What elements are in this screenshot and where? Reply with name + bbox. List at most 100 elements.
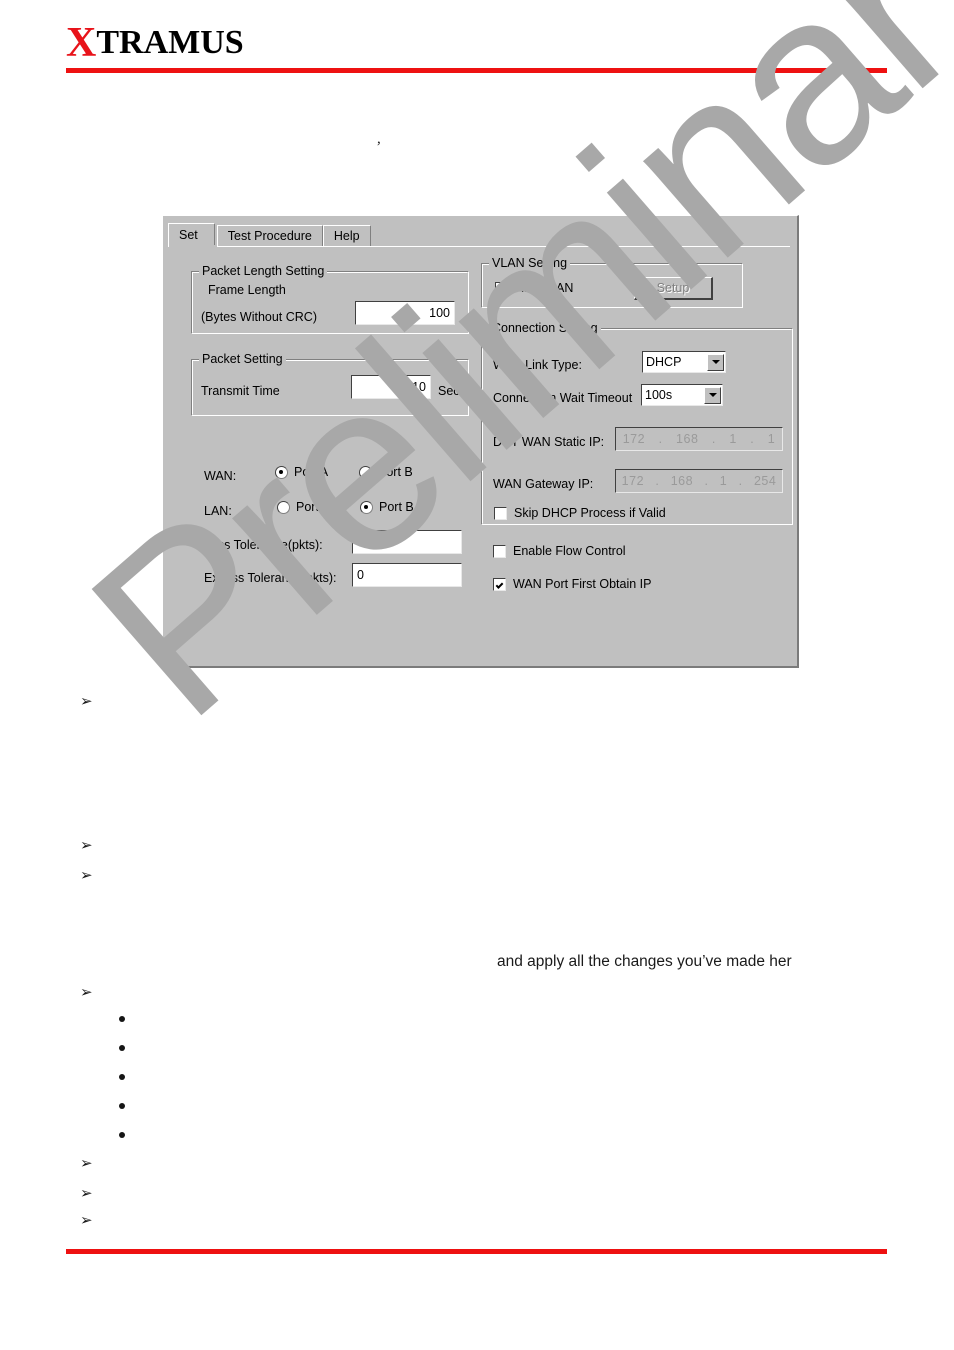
excess-tolerance-value: 0: [357, 568, 364, 582]
wan-link-type-chevron-down-icon[interactable]: [707, 353, 724, 371]
add-vlan-checkbox-indicator: [495, 281, 508, 295]
loss-tolerance-input[interactable]: 0: [352, 530, 462, 554]
dut-wan-static-ip-input[interactable]: 172 . 168 . 1 . 1: [615, 427, 783, 451]
wan-port-b-radio[interactable]: Port B: [359, 465, 413, 479]
connection-wait-timeout-label: Connection Wait Timeout: [493, 391, 633, 405]
tab-test-procedure[interactable]: Test Procedure: [216, 225, 323, 246]
lan-port-b-label: Port B: [379, 500, 414, 514]
connection-wait-timeout-select[interactable]: 100s: [641, 384, 723, 406]
tab-active-cover: [169, 245, 217, 248]
connection-wait-timeout-chevron-down-icon[interactable]: [704, 386, 721, 404]
frame-length-input[interactable]: 100: [355, 301, 455, 325]
list-item: [119, 1074, 125, 1080]
packet-setting-title: Packet Setting: [199, 352, 286, 366]
dut-wan-static-ip-label: DUT WAN Static IP:: [493, 435, 605, 449]
tab-set[interactable]: Set: [168, 223, 215, 246]
logo-wordmark: TRAMUS: [96, 24, 244, 61]
skip-dhcp-process-checkbox[interactable]: Skip DHCP Process if Valid: [494, 506, 666, 520]
lan-port-b-radio-indicator: [360, 500, 373, 514]
frame-length-label: Frame Length: [208, 283, 286, 297]
skip-dhcp-process-checkbox-indicator: [494, 506, 507, 520]
vlan-setup-button-label: Setup: [656, 281, 690, 295]
list-item: [119, 1045, 125, 1051]
loss-tolerance-label: Loss Tolerance(pkts):: [204, 538, 323, 552]
xtramus-logo: XTRAMUS: [66, 22, 244, 64]
bytes-without-crc-label: (Bytes Without CRC): [201, 310, 317, 324]
list-arrow-marker: ➢: [80, 983, 93, 1001]
wan-gateway-ip-input[interactable]: 172 . 168 . 1 . 254: [615, 469, 783, 493]
wan-gateway-ip-octet-2: 168: [670, 474, 694, 488]
dut-wan-static-ip-sep-3: .: [750, 432, 755, 446]
tab-strip: Set Test Procedure Help: [168, 223, 371, 246]
wan-link-type-value: DHCP: [646, 355, 682, 369]
enable-flow-control-label: Enable Flow Control: [513, 544, 626, 558]
wan-gateway-ip-sep-3: .: [738, 474, 743, 488]
dut-wan-static-ip-octet-1: 172: [622, 432, 646, 446]
packet-setting-group: Packet Setting Transmit Time 10 Sec.: [191, 352, 469, 416]
list-arrow-marker: ➢: [80, 1154, 93, 1172]
enable-flow-control-checkbox[interactable]: Enable Flow Control: [493, 544, 626, 558]
lan-port-a-radio[interactable]: Port A: [277, 500, 330, 514]
wan-port-b-label: Port B: [378, 465, 413, 479]
wan-gateway-ip-sep-1: .: [655, 474, 660, 488]
wan-gateway-ip-octet-3: 1: [719, 474, 728, 488]
enable-flow-control-checkbox-indicator: [493, 544, 506, 558]
dut-wan-static-ip-sep-1: .: [658, 432, 663, 446]
wan-port-label: WAN:: [204, 469, 237, 483]
wan-port-a-radio-indicator: [275, 465, 288, 479]
wan-gateway-ip-sep-2: .: [704, 474, 709, 488]
dut-wan-static-ip-sep-2: .: [711, 432, 716, 446]
stray-comma-mark: ,: [377, 131, 381, 147]
tab-underline-shadow: [168, 247, 790, 248]
connection-setting-group: Connection Setting WAN Link Type: DHCP C…: [481, 321, 793, 525]
tab-set-label: Set: [179, 228, 198, 242]
lan-port-a-radio-indicator: [277, 500, 290, 514]
vlan-setting-group: VLAN Setting Add VLAN Setup: [481, 256, 743, 308]
add-vlan-checkbox[interactable]: Add VLAN: [495, 281, 573, 295]
list-item: [119, 1103, 125, 1109]
skip-dhcp-process-label: Skip DHCP Process if Valid: [514, 506, 666, 520]
transmit-time-value: 10: [412, 380, 426, 394]
wan-port-first-obtain-ip-checkbox[interactable]: WAN Port First Obtain IP: [493, 577, 651, 591]
dut-wan-static-ip-octet-3: 1: [729, 432, 737, 446]
wan-port-b-radio-indicator: [359, 465, 372, 479]
transmit-time-input[interactable]: 10: [351, 375, 431, 399]
dut-wan-static-ip-octet-4: 1: [767, 432, 776, 446]
list-arrow-marker: ➢: [80, 1184, 93, 1202]
wan-port-first-obtain-ip-checkbox-indicator: [493, 577, 506, 591]
footer-rule: [66, 1249, 887, 1254]
vlan-setup-button[interactable]: Setup: [634, 277, 713, 300]
list-arrow-marker: ➢: [80, 836, 93, 854]
list-arrow-marker: ➢: [80, 866, 93, 884]
dut-wan-static-ip-octet-2: 168: [676, 432, 699, 446]
list-arrow-marker: ➢: [80, 692, 93, 710]
tab-help-label: Help: [333, 229, 360, 243]
lan-port-a-label: Port A: [296, 500, 331, 514]
add-vlan-label: Add VLAN: [515, 281, 574, 295]
transmit-time-label: Transmit Time: [201, 384, 280, 398]
packet-length-setting-group: Packet Length Setting Frame Length (Byte…: [191, 264, 469, 334]
wan-port-a-radio[interactable]: Port A: [275, 465, 328, 479]
tab-help[interactable]: Help: [322, 225, 371, 246]
settings-dialog: Set Test Procedure Help Packet Length Se…: [162, 215, 799, 668]
list-item: [119, 1132, 125, 1138]
lan-port-b-radio[interactable]: Port B: [360, 500, 414, 514]
list-item: [119, 1016, 125, 1022]
excess-tolerance-input[interactable]: 0: [352, 563, 462, 587]
wan-link-type-label: WAN Link Type:: [493, 358, 582, 372]
excess-tolerance-label: Excess Tolerance(pkts):: [204, 571, 337, 585]
tab-test-procedure-label: Test Procedure: [227, 229, 312, 243]
connection-setting-title: Connection Setting: [489, 321, 601, 335]
logo-letter-x: X: [66, 20, 97, 66]
loss-tolerance-value: 0: [357, 535, 364, 549]
wan-gateway-ip-octet-4: 254: [753, 474, 777, 488]
wan-link-type-select[interactable]: DHCP: [642, 351, 726, 373]
header-rule: [66, 68, 887, 73]
packet-length-setting-title: Packet Length Setting: [199, 264, 328, 278]
list-arrow-marker: ➢: [80, 1211, 93, 1229]
wan-port-first-obtain-ip-label: WAN Port First Obtain IP: [513, 577, 652, 591]
wan-gateway-ip-octet-1: 172: [621, 474, 645, 488]
wan-port-a-label: Port A: [294, 465, 329, 479]
lan-port-label: LAN:: [204, 504, 232, 518]
wan-gateway-ip-label: WAN Gateway IP:: [493, 477, 594, 491]
